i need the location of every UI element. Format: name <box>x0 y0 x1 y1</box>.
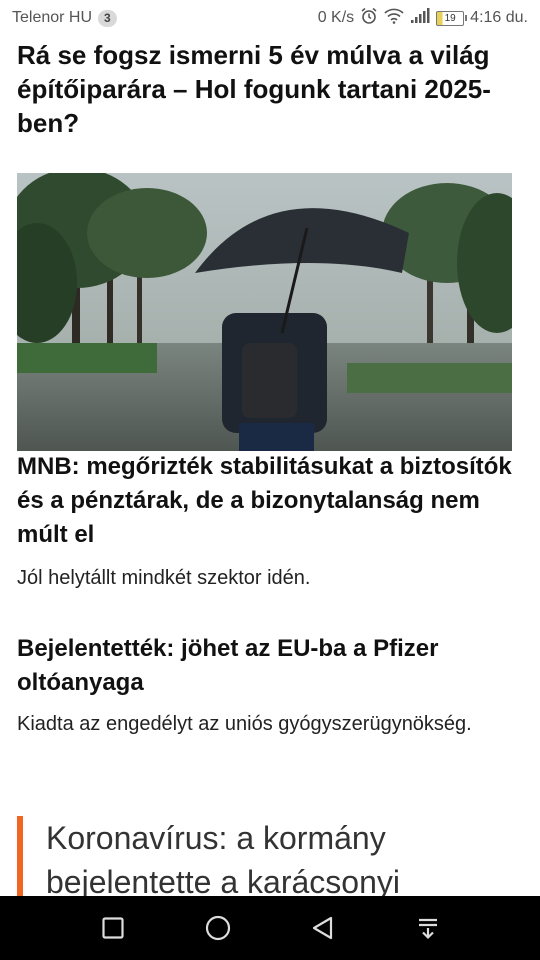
article-headline[interactable]: MNB: megőrizték stabilitásukat a biztosí… <box>17 450 522 552</box>
article-feed: Rá se fogsz ismerni 5 év múlva a világ é… <box>0 36 540 896</box>
clock: 4:16 du. <box>470 9 528 26</box>
signal-icon <box>410 7 430 29</box>
navigation-bar <box>0 896 540 960</box>
wifi-icon <box>384 8 404 29</box>
article-image[interactable] <box>17 173 512 451</box>
notification-count-badge: 3 <box>98 9 117 27</box>
notification-pull-icon[interactable] <box>408 908 448 948</box>
recents-icon[interactable] <box>93 908 133 948</box>
status-bar: Telenor HU 3 0 K/s 19 4:16 du. <box>0 0 540 36</box>
article-lead: Kiadta az engedélyt az uniós gyógyszerüg… <box>17 713 472 735</box>
home-icon[interactable] <box>198 908 238 948</box>
article-headline[interactable]: Rá se fogsz ismerni 5 év múlva a világ é… <box>17 38 522 140</box>
battery-icon: 19 <box>436 10 468 26</box>
alarm-icon <box>360 7 378 30</box>
featured-article-quote[interactable]: Koronavírus: a kormány bejelentette a ka… <box>17 816 522 896</box>
carrier-name: Telenor HU <box>12 9 93 26</box>
article-lead: Jól helytállt mindkét szektor idén. <box>17 567 311 589</box>
article-headline[interactable]: Koronavírus: a kormány bejelentette a ka… <box>46 816 522 896</box>
article-headline[interactable]: Bejelentették: jöhet az EU-ba a Pfizer o… <box>17 632 522 700</box>
back-icon[interactable] <box>303 908 343 948</box>
network-speed: 0 K/s <box>317 9 355 26</box>
